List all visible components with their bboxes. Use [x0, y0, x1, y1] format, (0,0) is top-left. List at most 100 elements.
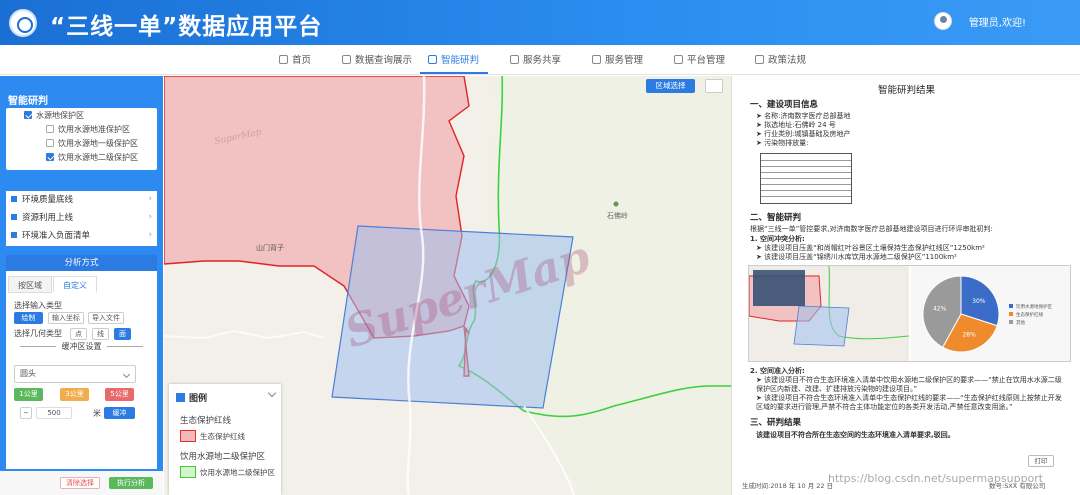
nav-item-smart-analysis[interactable]: 智能研判 [428, 52, 479, 66]
info-emission: ➤ 污染物排放量: [756, 139, 809, 147]
tree-item-water-source[interactable]: 水源地保护区 [24, 110, 84, 124]
chevron-right-icon: › [148, 212, 152, 222]
legend-swatch-green [180, 466, 196, 478]
results-panel: 智能研判结果 一、建设项目信息 ➤ 名称:济南数字医疗总部基地 ➤ 拟选地址:石… [731, 76, 1080, 495]
section-project-info: 一、建设项目信息 [750, 100, 819, 110]
layer-tree: 水源地保护区 饮用水源地准保护区 饮用水源地一级保护区 饮用水源地二级保护区 [6, 108, 157, 170]
info-industry: ➤ 行业类别:城镇基础及房地产 [756, 130, 851, 138]
print-button[interactable]: 打印 [1028, 455, 1054, 467]
tab-custom[interactable]: 自定义 [53, 276, 97, 293]
map-icon [428, 55, 437, 64]
decrement-button[interactable]: − [20, 407, 32, 419]
pie-legend-swatch [1009, 312, 1013, 316]
tree-item-second-level[interactable]: 饮用水源地二级保护区 [46, 152, 138, 166]
pie-chart: 30% 28% 42% 饮用水源地保护区生态保护红线其他 [922, 275, 1052, 353]
info-name: ➤ 名称:济南数字医疗总部基地 [756, 112, 851, 120]
region-select-button[interactable]: 区域选择 [646, 79, 695, 93]
user-greeting[interactable]: 管理员,欢迎! [969, 14, 1026, 29]
chevron-right-icon: › [148, 194, 152, 204]
line-button[interactable]: 线 [92, 328, 109, 340]
legend-title: 图例 [189, 394, 208, 404]
chevron-down-icon[interactable] [267, 388, 277, 398]
analysis-title: 分析方式 [6, 255, 157, 271]
input-coords-button[interactable]: 输入坐标 [48, 312, 84, 324]
checkbox[interactable] [46, 139, 54, 147]
generated-date: 生成时间:2018 年 10 月 22 日 [742, 482, 834, 490]
tab-by-region[interactable]: 按区域 [8, 276, 52, 293]
active-tab-indicator [420, 72, 488, 74]
platform-logo [9, 9, 37, 37]
nav-item-service-manage[interactable]: 服务管理 [592, 52, 643, 66]
nav-item-home[interactable]: 首页 [279, 52, 311, 66]
draw-button[interactable]: 绘制 [14, 312, 43, 324]
grid-icon [11, 196, 17, 202]
checkbox[interactable] [46, 125, 54, 133]
pie-legend-label: 其他 [1016, 319, 1025, 326]
access-subtitle: 2. 空间准入分析: [750, 367, 805, 375]
conclusion-text: 该建设项目不符合所在生态空间的生态环境准入清单要求,驳回。 [756, 431, 955, 439]
import-file-button[interactable]: 导入文件 [88, 312, 124, 324]
pie-legend-swatch [1009, 304, 1013, 308]
tree-item-quasi-protection[interactable]: 饮用水源地准保护区 [46, 124, 130, 138]
analysis-panel: 分析方式 按区域 自定义 选择输入类型 绘制 输入坐标 导入文件 选择几何类型 … [6, 255, 157, 469]
sidebar-actions: 清除选择 执行分析 [0, 471, 163, 495]
village-marker-icon [613, 201, 619, 207]
sidebar-title: 智能研判 [8, 96, 48, 107]
conflict-subtitle: 1. 空间冲突分析: [750, 235, 805, 243]
nav-item-service-share[interactable]: 服务共享 [510, 52, 561, 66]
map-view[interactable]: SuperMap SuperMap 石佛岭 山门背子 区域选择 图例 生态保护红… [164, 76, 731, 495]
distance-1km-button[interactable]: 1公里 [14, 388, 43, 401]
legend-swatch-red [180, 430, 196, 442]
point-button[interactable]: 点 [70, 328, 87, 340]
nav-item-platform-manage[interactable]: 平台管理 [674, 52, 725, 66]
results-title: 智能研判结果 [877, 85, 935, 96]
chevron-right-icon: › [148, 230, 152, 240]
map-legend: 图例 生态保护红线 生态保护红线 饮用水源地二级保护区 饮用水源地二级保护区 [169, 384, 281, 495]
buffer-settings-title: 缓冲区设置 [6, 341, 157, 352]
pie-legend-label: 生态保护红线 [1016, 311, 1043, 318]
legend-item-label: 生态保护红线 [200, 432, 245, 441]
accordion: 环境质量底线 › 资源利用上线 › 环境准入负面清单 › [6, 191, 157, 246]
buffer-shape-select[interactable]: 圆头 [14, 365, 136, 383]
accordion-negative-list[interactable]: 环境准入负面清单 › [6, 229, 157, 246]
conflict-item: ➤ 该建设项目压盖“和尚帽红叶谷景区土壤保持生态保护红线区”1250km² [756, 244, 985, 252]
layer-toggle-icon[interactable] [705, 79, 723, 93]
distance-5km-button[interactable]: 5公里 [105, 388, 134, 401]
home-icon [279, 55, 288, 64]
checkbox[interactable] [46, 153, 54, 161]
unit-label: 米 [93, 409, 101, 418]
clear-selection-button[interactable]: 清除选择 [60, 477, 100, 489]
blog-watermark: https://blog.csdn.net/supermapsupport [828, 472, 1044, 485]
section-analysis: 二、智能研判 [750, 213, 802, 223]
pie-legend-swatch [1009, 320, 1013, 324]
main-nav: 首页 数据查询展示 智能研判 服务共享 服务管理 平台管理 政策法规 [0, 45, 1080, 75]
nav-item-data-query[interactable]: 数据查询展示 [342, 52, 412, 66]
user-avatar[interactable] [934, 12, 952, 30]
legend-icon [176, 393, 185, 402]
sidebar: 智能研判 水源地保护区 饮用水源地准保护区 饮用水源地一级保护区 饮用水源地二级… [0, 76, 163, 495]
platform-icon [674, 55, 683, 64]
pie-legend-label: 饮用水源地保护区 [1016, 303, 1052, 310]
pie-slice-label: 28% [962, 331, 976, 338]
thumbnail-chart: 30% 28% 42% 饮用水源地保护区 生态保护红线 其他 [911, 266, 1070, 361]
conflict-item: ➤ 该建设项目压盖“锦绣川水库饮用水源地二级保护区”1100km² [756, 253, 957, 261]
village-label: 石佛岭 [607, 212, 628, 220]
buffer-value-input[interactable]: 500 [36, 407, 72, 419]
polygon-button[interactable]: 面 [114, 328, 131, 340]
accordion-env-quality[interactable]: 环境质量底线 › [6, 193, 157, 210]
input-type-label: 选择输入类型 [14, 301, 62, 310]
header-bar: “三线一单”数据应用平台 管理员,欢迎! [0, 0, 1080, 45]
analysis-intro: 根据“三线一单”管控要求,对济南数字医疗总部基地建设项目进行环评审批初判: [750, 225, 993, 233]
legend-group-title: 饮用水源地二级保护区 [180, 452, 266, 462]
document-icon [342, 55, 351, 64]
nav-item-policy[interactable]: 政策法规 [755, 52, 806, 66]
thumbnail-map [749, 266, 909, 361]
service-icon [592, 55, 601, 64]
analysis-thumbnail: 30% 28% 42% 饮用水源地保护区 生态保护红线 其他 [748, 265, 1071, 362]
checkbox[interactable] [24, 111, 32, 119]
tree-item-first-level[interactable]: 饮用水源地一级保护区 [46, 138, 138, 152]
buffer-button[interactable]: 缓冲 [104, 407, 135, 419]
distance-3km-button[interactable]: 3公里 [60, 388, 89, 401]
run-analysis-button[interactable]: 执行分析 [109, 477, 153, 489]
accordion-resource[interactable]: 资源利用上线 › [6, 211, 157, 228]
